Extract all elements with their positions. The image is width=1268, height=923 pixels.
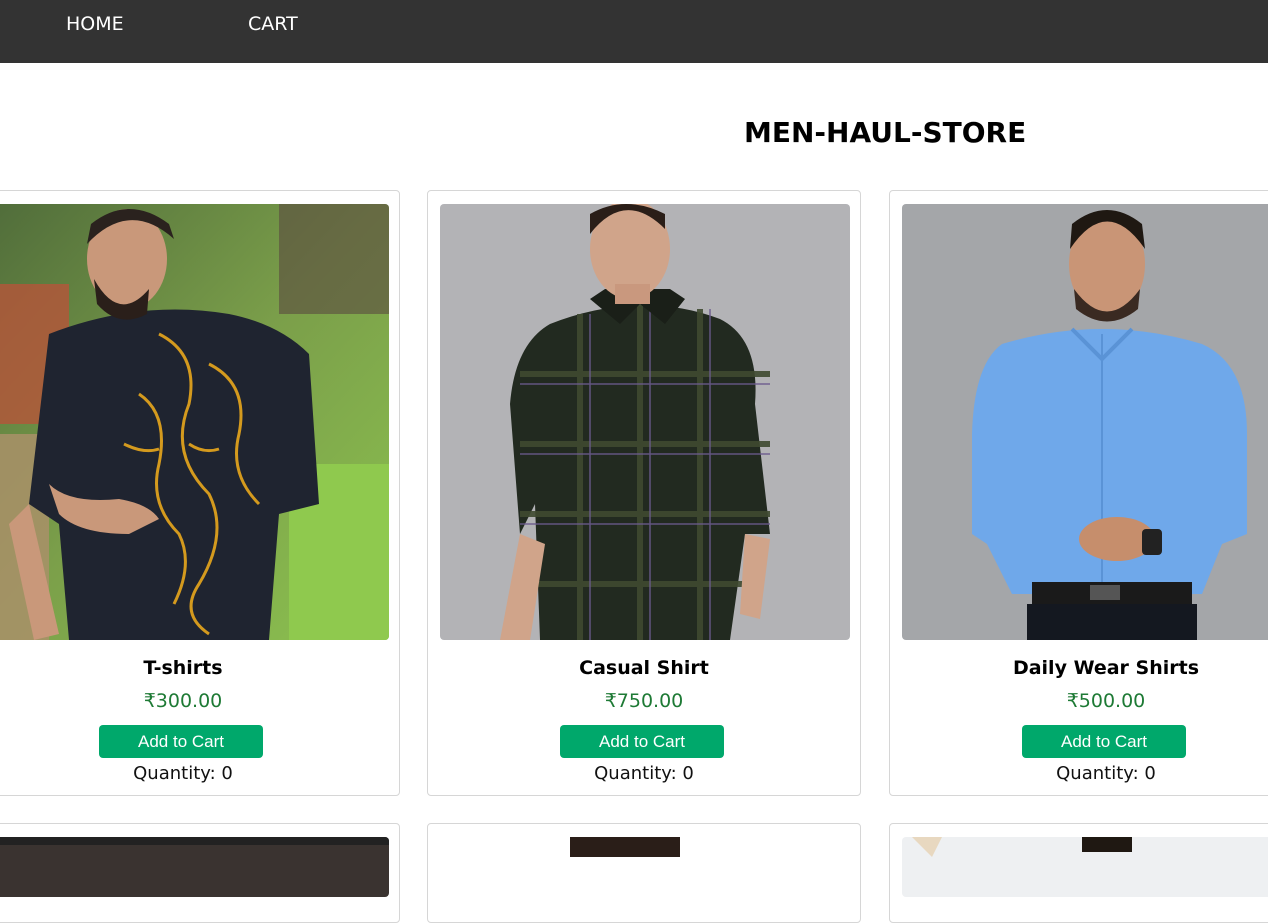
product-name: Casual Shirt (579, 657, 709, 679)
product-price: ₹300.00 (143, 690, 223, 712)
product-card-row2-3 (889, 823, 1268, 923)
add-to-cart-button-casual-shirt[interactable]: Add to Cart (560, 725, 724, 758)
product-card-row2-1 (0, 823, 400, 923)
product-name: T-shirts (143, 657, 223, 679)
quantity-label: Quantity: (594, 763, 677, 784)
product-image-row2-2 (440, 837, 850, 897)
product-quantity: Quantity: 0 (890, 763, 1268, 784)
store-title: MEN-HAUL-STORE (744, 116, 1027, 149)
product-image-row2-3 (902, 837, 1268, 897)
product-name: Daily Wear Shirts (1012, 657, 1200, 679)
quantity-value: 0 (221, 763, 233, 784)
product-image-daily-wear-shirts (902, 204, 1268, 640)
nav-home-link[interactable]: HOME (66, 13, 124, 35)
quantity-label: Quantity: (1056, 763, 1139, 784)
product-quantity: Quantity: 0 (0, 763, 399, 784)
product-price: ₹750.00 (604, 690, 684, 712)
quantity-value: 0 (1144, 763, 1156, 784)
product-card-daily-wear-shirts: Daily Wear Shirts ₹500.00 Add to Cart Qu… (889, 190, 1268, 796)
product-image-tshirts (0, 204, 389, 640)
product-price: ₹500.00 (1066, 690, 1146, 712)
add-to-cart-button-tshirts[interactable]: Add to Cart (99, 725, 263, 758)
add-to-cart-button-daily-wear-shirts[interactable]: Add to Cart (1022, 725, 1186, 758)
product-image-row2-1 (0, 837, 389, 897)
top-navbar: HOME CART (0, 0, 1268, 63)
quantity-value: 0 (682, 763, 694, 784)
product-card-row2-2 (427, 823, 861, 923)
quantity-label: Quantity: (133, 763, 216, 784)
product-card-casual-shirt: Casual Shirt ₹750.00 Add to Cart Quantit… (427, 190, 861, 796)
product-image-casual-shirt (440, 204, 850, 640)
product-card-tshirts: T-shirts ₹300.00 Add to Cart Quantity: 0 (0, 190, 400, 796)
nav-cart-link[interactable]: CART (248, 13, 298, 35)
product-quantity: Quantity: 0 (428, 763, 860, 784)
